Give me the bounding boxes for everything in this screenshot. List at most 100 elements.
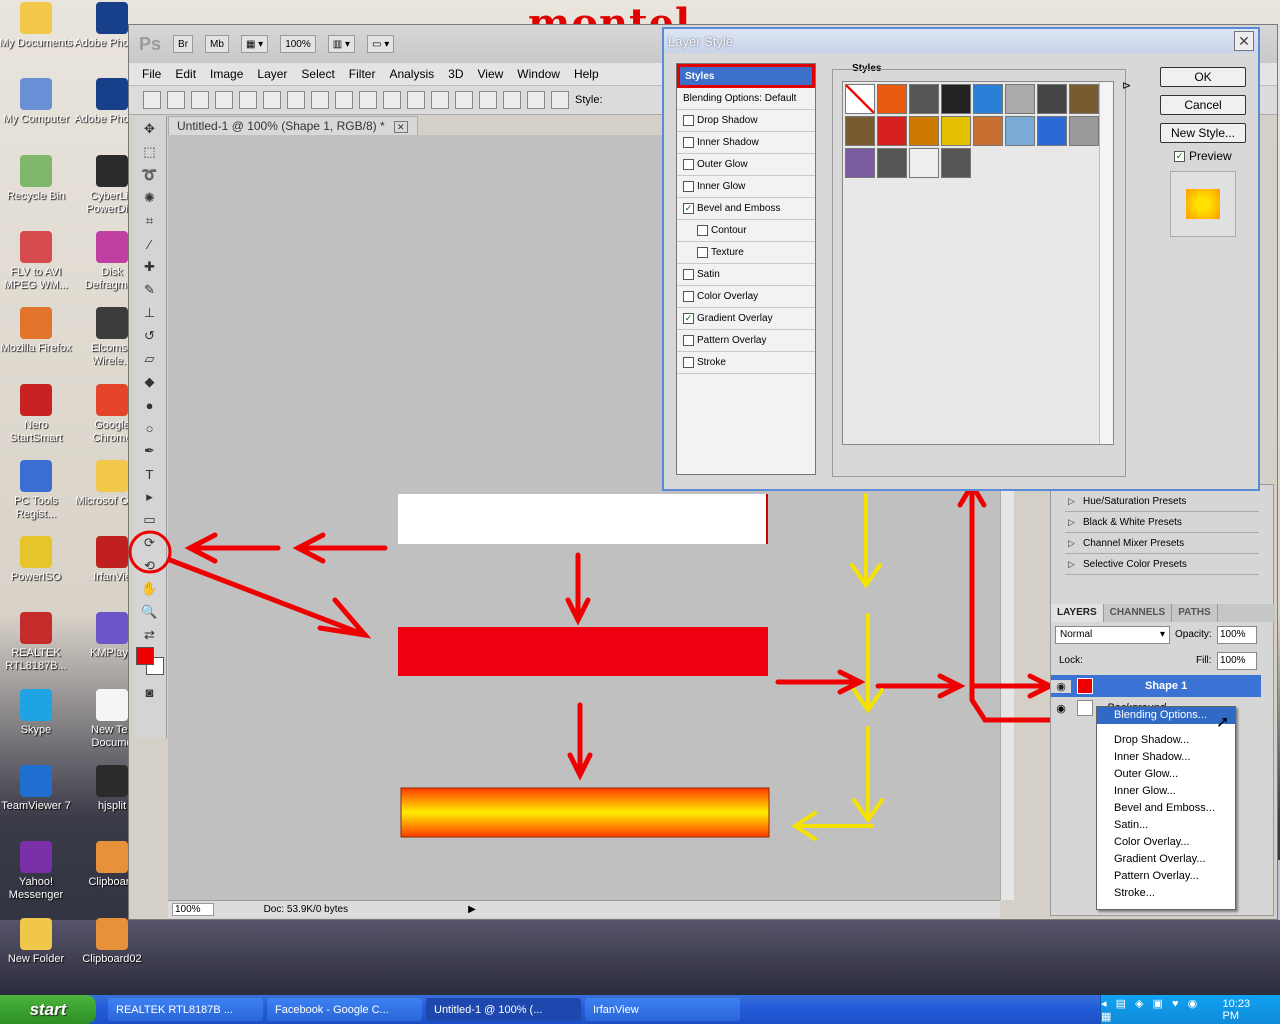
new-style-button[interactable]: New Style... [1160,123,1246,143]
ok-button[interactable]: OK [1160,67,1246,87]
tab-layers[interactable]: LAYERS [1051,604,1104,622]
task-realtek[interactable]: REALTEK RTL8187B ... [108,998,263,1021]
style-swatch[interactable] [845,148,875,178]
style-swatch[interactable] [1069,116,1099,146]
task-chrome[interactable]: Facebook - Google C... [267,998,422,1021]
effect-checkbox[interactable] [683,115,694,126]
effect-label: Inner Shadow [697,137,759,148]
style-swatch[interactable] [909,148,939,178]
effect-checkbox[interactable] [683,335,694,346]
start-button[interactable]: start [0,995,96,1024]
menu-item-drop-shadow[interactable]: Drop Shadow... [1097,732,1235,749]
style-swatch[interactable] [941,116,971,146]
task-irfanview[interactable]: IrfanView [585,998,740,1021]
style-swatch[interactable] [1069,84,1099,114]
style-swatch[interactable] [1005,84,1035,114]
preset-channel-mixer[interactable]: Channel Mixer Presets [1065,533,1259,554]
effect-checkbox[interactable] [697,225,708,236]
blending-options-item[interactable]: Blending Options: Default [677,88,815,110]
effect-checkbox[interactable]: ✓ [683,313,694,324]
style-swatch[interactable] [1005,116,1035,146]
style-swatch[interactable] [909,84,939,114]
effect-item[interactable]: Pattern Overlay [677,330,815,352]
menu-item-inner-glow[interactable]: Inner Glow... [1097,783,1235,800]
styles-header[interactable]: Styles [677,64,815,88]
preview-check[interactable]: ✓ [1174,150,1185,162]
layer-row-shape1[interactable]: ◉ Shape 1 [1051,675,1261,697]
menu-item-color-overlay[interactable]: Color Overlay... [1097,834,1235,851]
fill-label: Fill: [1196,655,1212,666]
menu-item-stroke[interactable]: Stroke... [1097,885,1235,902]
style-swatch[interactable] [845,84,875,114]
menu-item-satin[interactable]: Satin... [1097,817,1235,834]
effect-checkbox[interactable] [683,357,694,368]
layer-style-dialog: Layer Style ✕ Styles Blending Options: D… [662,27,1260,491]
tab-paths[interactable]: PATHS [1172,604,1218,622]
effect-item[interactable]: Drop Shadow [677,110,815,132]
tray-icons[interactable]: ◂ ▤ ◈ ▣ ♥ ◉ ▦ [1101,997,1211,1023]
effect-item[interactable]: ✓ Gradient Overlay [677,308,815,330]
effect-checkbox[interactable] [683,291,694,302]
style-swatch[interactable] [973,116,1003,146]
effect-item[interactable]: Satin [677,264,815,286]
close-icon[interactable]: ✕ [1234,31,1254,51]
menu-item-outer-glow[interactable]: Outer Glow... [1097,766,1235,783]
cancel-button[interactable]: Cancel [1160,95,1246,115]
style-swatch[interactable] [845,116,875,146]
preview-checkbox[interactable]: ✓ Preview [1174,149,1232,163]
opacity-input[interactable]: 100% [1217,626,1257,644]
blend-mode-select[interactable]: Normal ▾ [1055,626,1170,644]
preset-selective-color[interactable]: Selective Color Presets [1065,554,1259,575]
style-swatch[interactable] [1037,116,1067,146]
effect-label: Pattern Overlay [697,335,767,346]
system-tray: ◂ ▤ ◈ ▣ ♥ ◉ ▦ 10:23 PM [1100,995,1280,1024]
style-swatch[interactable] [973,84,1003,114]
style-swatch[interactable] [909,116,939,146]
layer-thumbnail [1077,700,1093,716]
style-swatch[interactable] [941,148,971,178]
layer-thumbnail [1077,678,1093,694]
eye-icon[interactable]: ◉ [1051,702,1071,715]
fill-input[interactable]: 100% [1217,652,1257,670]
eye-icon[interactable]: ◉ [1051,679,1071,693]
menu-item-pattern-overlay[interactable]: Pattern Overlay... [1097,868,1235,885]
effect-item[interactable]: ✓ Bevel and Emboss [677,198,815,220]
lock-label: Lock: [1059,655,1083,666]
style-swatch[interactable] [941,84,971,114]
effect-checkbox[interactable] [697,247,708,258]
effect-item[interactable]: Outer Glow [677,154,815,176]
effect-item[interactable]: Inner Shadow [677,132,815,154]
menu-item-inner-shadow[interactable]: Inner Shadow... [1097,749,1235,766]
style-swatch[interactable] [877,116,907,146]
tab-channels[interactable]: CHANNELS [1104,604,1173,622]
effect-checkbox[interactable] [683,269,694,280]
menu-item-blending-options[interactable]: Blending Options... [1097,707,1235,724]
effect-checkbox[interactable]: ✓ [683,203,694,214]
menu-item-bevel-emboss[interactable]: Bevel and Emboss... [1097,800,1235,817]
preset-hue-saturation[interactable]: Hue/Saturation Presets [1065,491,1259,512]
effect-item[interactable]: Color Overlay [677,286,815,308]
task-photoshop[interactable]: Untitled-1 @ 100% (... [426,998,581,1021]
dialog-title: Layer Style [668,33,734,49]
effect-checkbox[interactable] [683,181,694,192]
effect-item[interactable]: Contour [677,220,815,242]
style-swatch[interactable] [1037,84,1067,114]
taskbar: start REALTEK RTL8187B ... Facebook - Go… [0,995,1280,1024]
preset-black-white[interactable]: Black & White Presets [1065,512,1259,533]
style-swatch[interactable] [877,148,907,178]
effect-item[interactable]: Inner Glow [677,176,815,198]
effect-item[interactable]: Texture [677,242,815,264]
swatch-scrollbar[interactable] [1099,82,1113,444]
effects-list: Styles Blending Options: Default Drop Sh… [676,63,816,475]
effect-label: Satin [697,269,720,280]
style-swatch[interactable] [877,84,907,114]
menu-item-gradient-overlay[interactable]: Gradient Overlay... [1097,851,1235,868]
styles-menu-arrow-icon[interactable]: ⊳ [1122,79,1131,92]
effect-checkbox[interactable] [683,137,694,148]
effect-label: Drop Shadow [697,115,758,126]
effect-item[interactable]: Stroke [677,352,815,374]
gradient-rectangle-shape [400,787,770,838]
style-preview [1170,171,1236,237]
effect-checkbox[interactable] [683,159,694,170]
clock[interactable]: 10:23 PM [1223,998,1266,1022]
